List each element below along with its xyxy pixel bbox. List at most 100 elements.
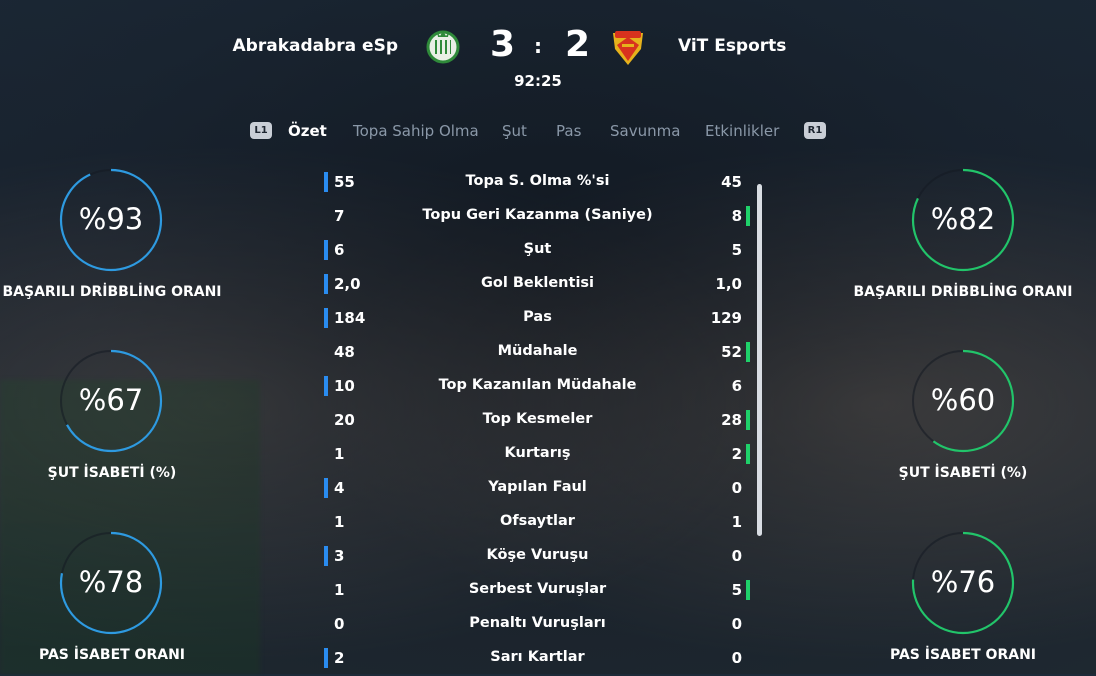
stat-away-value: 1	[731, 513, 742, 531]
stat-away-value: 0	[731, 615, 742, 633]
home-leader-bar	[324, 478, 328, 498]
stat-away-value: 28	[721, 411, 742, 429]
stat-home-value: 4	[334, 479, 345, 497]
away-leader-bar	[746, 410, 750, 430]
away-dribbling-ring: %82	[911, 168, 1015, 272]
stat-row: 1 Serbest Vuruşlar 5	[320, 574, 750, 608]
tab-sut[interactable]: Şut	[502, 122, 527, 140]
away-shot-accuracy-value: %60	[930, 383, 996, 417]
home-shot-accuracy-ring: %67	[59, 349, 163, 453]
stat-label: Köşe Vuruşu	[486, 547, 589, 563]
home-score: 3	[490, 24, 516, 65]
home-leader-bar	[324, 376, 328, 396]
stat-label: Top Kesmeler	[482, 411, 593, 427]
away-pass-accuracy-value: %76	[930, 565, 996, 599]
stat-row: 55 Topa S. Olma %'si 45	[320, 166, 750, 200]
stat-home-value: 48	[334, 343, 355, 361]
stat-row: 2,0 Gol Beklentisi 1,0	[320, 268, 750, 302]
stats-scrollbar[interactable]	[757, 184, 762, 536]
stat-home-value: 1	[334, 445, 345, 463]
home-dribbling-ring: %93	[59, 168, 163, 272]
stat-label: Topa S. Olma %'si	[465, 173, 610, 189]
home-team-name: Abrakadabra eSp	[232, 36, 398, 56]
stat-label: Penaltı Vuruşları	[469, 615, 606, 631]
stat-away-value: 1,0	[715, 275, 742, 293]
stat-row: 20 Top Kesmeler 28	[320, 404, 750, 438]
stat-away-value: 129	[710, 309, 742, 327]
away-team-crest-icon	[613, 31, 643, 65]
away-leader-bar	[746, 580, 750, 600]
stat-home-value: 10	[334, 377, 355, 395]
home-leader-bar	[324, 546, 328, 566]
tab-savunma[interactable]: Savunma	[610, 122, 680, 140]
tab-topa-sahip-olma[interactable]: Topa Sahip Olma	[353, 122, 479, 140]
stat-row: 48 Müdahale 52	[320, 336, 750, 370]
stat-row: 1 Ofsaytlar 1	[320, 506, 750, 540]
stat-label: Müdahale	[497, 343, 578, 359]
stat-home-value: 2,0	[334, 275, 361, 293]
stat-home-value: 1	[334, 581, 345, 599]
home-team-crest-icon	[426, 30, 460, 64]
stat-row: 7 Topu Geri Kazanma (Saniye) 8	[320, 200, 750, 234]
stat-label: Gol Beklentisi	[480, 275, 595, 291]
stat-row: 10 Top Kazanılan Müdahale 6	[320, 370, 750, 404]
tab-pas[interactable]: Pas	[556, 122, 581, 140]
away-shot-accuracy-ring: %60	[911, 349, 1015, 453]
match-clock: 92:25	[514, 72, 562, 90]
stat-away-value: 52	[721, 343, 742, 361]
stat-away-value: 2	[731, 445, 742, 463]
stat-row: 0 Penaltı Vuruşları 0	[320, 608, 750, 642]
home-dribbling-label: BAŞARILI DRİBBLİNG ORANI	[2, 284, 222, 300]
home-leader-bar	[324, 648, 328, 668]
home-leader-bar	[324, 240, 328, 260]
away-dribbling-label: BAŞARILI DRİBBLİNG ORANI	[853, 284, 1073, 300]
tab-etkinlikler[interactable]: Etkinlikler	[705, 122, 779, 140]
stat-home-value: 6	[334, 241, 345, 259]
away-pass-accuracy-label: PAS İSABET ORANI	[890, 647, 1036, 663]
l1-button-icon[interactable]: L1	[250, 122, 272, 139]
stat-away-value: 45	[721, 173, 742, 191]
home-pass-accuracy-label: PAS İSABET ORANI	[39, 647, 185, 663]
stat-row: 184 Pas 129	[320, 302, 750, 336]
stat-label: Şut	[523, 241, 552, 257]
stat-label: Pas	[523, 309, 552, 325]
stat-away-value: 8	[731, 207, 742, 225]
scoreboard: Abrakadabra eSp 3 : 2 ViT Esports 92:25	[0, 22, 1096, 92]
away-team-name: ViT Esports	[678, 36, 787, 56]
stat-row: 1 Kurtarış 2	[320, 438, 750, 472]
away-leader-bar	[746, 444, 750, 464]
stat-home-value: 3	[334, 547, 345, 565]
stats-table: 55 Topa S. Olma %'si 45 7 Topu Geri Kaza…	[320, 166, 750, 674]
away-pass-accuracy-ring: %76	[911, 531, 1015, 635]
stat-away-value: 5	[731, 581, 742, 599]
home-pass-accuracy-ring: %78	[59, 531, 163, 635]
score-separator: :	[534, 34, 542, 58]
home-pass-accuracy-value: %78	[78, 565, 144, 599]
tab-ozet[interactable]: Özet	[288, 122, 327, 140]
stat-label: Yapılan Faul	[488, 479, 587, 495]
away-leader-bar	[746, 342, 750, 362]
stat-row: 4 Yapılan Faul 0	[320, 472, 750, 506]
stat-row: 6 Şut 5	[320, 234, 750, 268]
stat-home-value: 55	[334, 173, 355, 191]
r1-button-icon[interactable]: R1	[804, 122, 826, 139]
home-shot-accuracy-label: ŞUT İSABETİ (%)	[47, 465, 177, 481]
stat-label: Ofsaytlar	[500, 513, 575, 529]
stat-away-value: 0	[731, 479, 742, 497]
stat-row: 3 Köşe Vuruşu 0	[320, 540, 750, 574]
stat-label: Sarı Kartlar	[490, 649, 585, 665]
away-shot-accuracy-label: ŞUT İSABETİ (%)	[898, 465, 1028, 481]
away-leader-bar	[746, 206, 750, 226]
stat-home-value: 0	[334, 615, 345, 633]
stat-row: 2 Sarı Kartlar 0	[320, 642, 750, 676]
home-dribbling-value: %93	[78, 202, 144, 236]
stat-home-value: 2	[334, 649, 345, 667]
home-leader-bar	[324, 308, 328, 328]
stat-home-value: 184	[334, 309, 366, 327]
stat-home-value: 20	[334, 411, 355, 429]
stat-away-value: 0	[731, 649, 742, 667]
stat-home-value: 7	[334, 207, 345, 225]
stat-label: Kurtarış	[504, 445, 571, 461]
stat-away-value: 6	[731, 377, 742, 395]
away-score: 2	[565, 24, 591, 65]
